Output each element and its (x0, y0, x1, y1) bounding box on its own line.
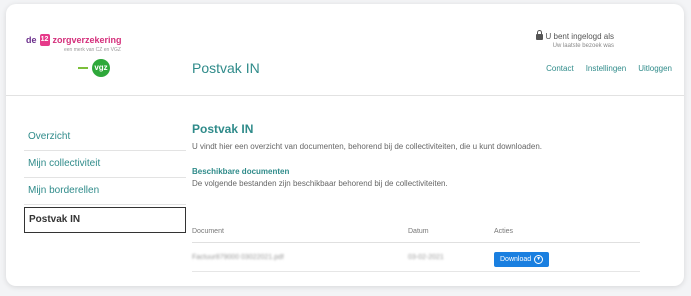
document-date: 03-02-2021 (408, 253, 444, 261)
vgz-logo-icon: vgz (92, 59, 110, 77)
logo-tagline: een merk van CZ en VGZ (64, 47, 121, 53)
sidebar-item-mijn-borderellen[interactable]: Mijn borderellen (24, 178, 186, 205)
logout-link[interactable]: Uitloggen (638, 64, 672, 73)
login-status: U bent ingelogd als (535, 29, 615, 41)
user-info: U bent ingelogd als Uw laatste bezoek wa… (535, 29, 615, 49)
column-header-document: Document (192, 228, 224, 235)
logo-wordmark: de 12 zorgverzekering (26, 34, 176, 46)
documents-table: Document Datum Acties Factuur879000 0302… (192, 228, 640, 272)
page-title: Postvak IN (192, 60, 260, 76)
download-button[interactable]: Download ▼ (494, 251, 550, 267)
partner-logo: vgz (78, 59, 176, 77)
column-header-actions: Acties (494, 228, 514, 235)
document-name[interactable]: Factuur879000 03022021.pdf (192, 254, 408, 261)
sidebar: Overzicht Mijn collectiviteit Mijn borde… (24, 124, 186, 233)
actions-cell: Download ▼ (494, 248, 640, 267)
lock-icon (535, 29, 543, 40)
settings-link[interactable]: Instellingen (586, 64, 626, 73)
header-divider (6, 95, 684, 96)
download-label: Download (500, 255, 532, 263)
content-title: Postvak IN (192, 122, 254, 136)
section-title: Beschikbare documenten (192, 167, 290, 176)
content-description: U vindt hier een overzicht van documente… (192, 142, 542, 151)
logo-name: zorgverzekering (52, 35, 122, 45)
login-status-text: U bent ingelogd als (545, 32, 615, 41)
sidebar-item-overzicht[interactable]: Overzicht (24, 124, 186, 151)
download-icon: ▼ (534, 254, 544, 264)
logo-badge-icon: 12 (39, 34, 50, 46)
contact-link[interactable]: Contact (546, 64, 574, 73)
top-navigation: Contact Instellingen Uitloggen (546, 64, 672, 73)
partner-dash-icon (78, 67, 88, 69)
section-description: De volgende bestanden zijn beschikbaar b… (192, 179, 448, 188)
last-visit-text: Uw laatste bezoek was (552, 43, 614, 49)
column-header-date: Datum (408, 228, 429, 235)
logo-prefix: de (26, 35, 37, 45)
table-header: Document Datum Acties (192, 228, 640, 243)
main-content: Postvak IN U vindt hier een overzicht va… (192, 122, 662, 188)
sidebar-item-postvak-in[interactable]: Postvak IN (24, 207, 186, 233)
main-card: de 12 zorgverzekering een merk van CZ en… (6, 4, 684, 286)
sidebar-item-mijn-collectiviteit[interactable]: Mijn collectiviteit (24, 151, 186, 178)
table-row: Factuur879000 03022021.pdf 03-02-2021 Do… (192, 243, 640, 272)
brand-logo[interactable]: de 12 zorgverzekering een merk van CZ en… (26, 34, 176, 77)
